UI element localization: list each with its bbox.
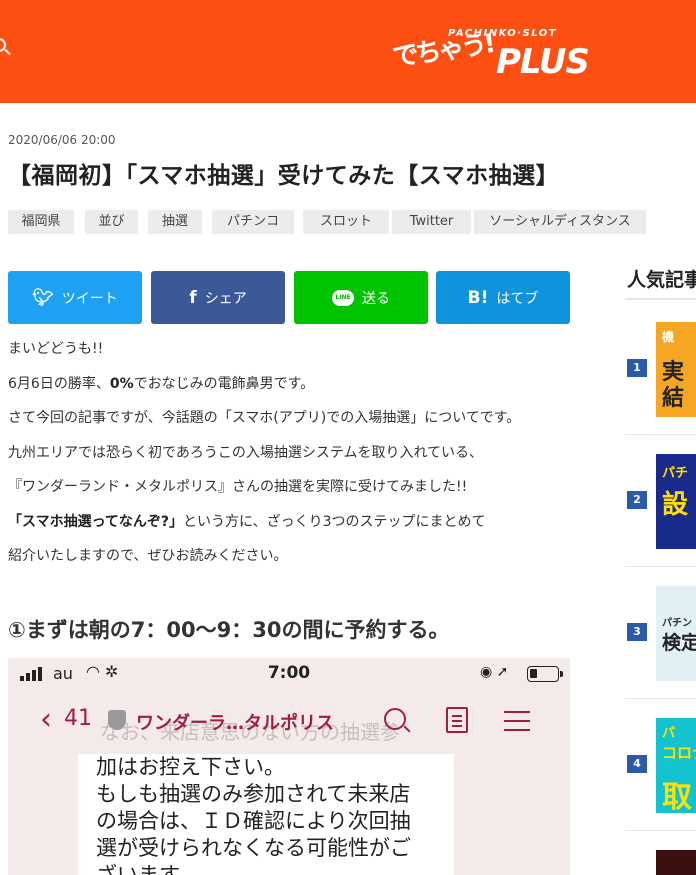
message-line: ざいます。 — [96, 863, 199, 875]
thumb-text: パチン — [662, 618, 692, 629]
tag-item[interactable]: 抽選 — [148, 210, 202, 234]
tag-item[interactable]: 福岡県 — [8, 210, 74, 234]
rank-badge: 1 — [627, 359, 647, 377]
hatena-icon: B! — [467, 287, 489, 308]
article-date: 2020/06/06 20:00 — [8, 133, 116, 147]
twitter-icon: 🐦︎ — [32, 287, 54, 308]
location-icon: ◉ ➚ — [480, 664, 509, 680]
body-line: 紹介いたしますので、ぜひお読みください。 — [8, 548, 288, 564]
thumb-text: パチ — [662, 466, 689, 481]
message-line: 選が受けられなくなる可能性がご — [96, 836, 411, 860]
thumb-text: 検定 — [662, 632, 696, 654]
sidebar-separator — [625, 566, 696, 567]
popular-article-thumbnail[interactable]: 機 実 結 — [656, 322, 696, 417]
thumb-text: 取 — [662, 780, 692, 813]
facebook-share-label: シェア — [204, 290, 247, 307]
message-line: の場合は、ＩＤ確認により次回抽 — [96, 809, 411, 833]
message-line: もしも抽選のみ参加されて未来店 — [96, 782, 411, 806]
phone-screenshot: au ◠ ✲ 7:00 ◉ ➚ なお、来店意思のない方の抽選参 ‹ 41 ワンダ… — [8, 658, 570, 875]
popular-article-thumbnail[interactable] — [656, 850, 696, 875]
thumb-text: パ — [662, 726, 676, 741]
hatena-bookmark-button[interactable]: B! はてブ — [436, 271, 570, 324]
search-icon — [384, 708, 406, 730]
line-icon: LINE — [332, 289, 354, 306]
body-line: さて今回の記事ですが、今話題の「スマホ(アプリ)での入場抽選」についてです。 — [8, 410, 521, 426]
hatena-share-label: はてブ — [496, 290, 539, 307]
rank-badge: 3 — [627, 623, 647, 641]
phone-status-bar: au ◠ ✲ 7:00 ◉ ➚ — [8, 658, 570, 688]
line-share-button[interactable]: LINE 送る — [294, 271, 428, 324]
app-nav-bar: ‹ 41 ワンダーラ…タルポリス — [8, 703, 570, 743]
document-icon — [446, 707, 468, 733]
message-line: 加はお控え下さい。 — [96, 755, 285, 779]
battery-icon — [527, 666, 563, 682]
tag-item[interactable]: スロット — [303, 210, 389, 234]
thumb-text: 結 — [662, 386, 685, 411]
body-line: まいどどうも!! — [8, 341, 104, 357]
rank-badge: 4 — [627, 755, 647, 773]
body-line: 6月6日の勝率、0%でおなじみの電飾鼻男です。 — [8, 376, 315, 392]
tag-item[interactable]: Twitter — [392, 210, 471, 234]
back-count: 41 — [64, 706, 92, 731]
tag-item[interactable]: パチンコ — [212, 210, 294, 234]
sidebar-divider — [625, 298, 696, 300]
popular-articles-title: 人気記事 — [627, 269, 696, 291]
win-rate: 0% — [109, 376, 134, 392]
message-bubble: 加はお控え下さい。 もしも抽選のみ参加されて未来店 の場合は、ＩＤ確認により次回… — [78, 754, 454, 875]
facebook-icon: f — [189, 287, 197, 308]
sidebar-separator — [625, 434, 696, 435]
thumb-text: 設 — [662, 490, 689, 520]
popular-article-thumbnail[interactable]: パ コロナ 取 — [656, 718, 696, 813]
body-line: 『ワンダーランド・メタルポリス』さんの抽選を実際に受けてみました!! — [8, 479, 468, 495]
tag-item[interactable]: ソーシャルディスタンス — [474, 210, 646, 234]
site-header: PACHINKO·SLOT でちゃう! PLUS — [0, 0, 696, 103]
popular-article-thumbnail[interactable]: パチン 検定 — [656, 586, 696, 681]
facebook-share-button[interactable]: f シェア — [151, 271, 285, 324]
body-emphasis: 「スマホ抽選ってなんぞ?」 — [8, 514, 184, 530]
twitter-share-button[interactable]: 🐦︎ ツイート — [8, 271, 142, 324]
menu-icon — [504, 711, 530, 731]
body-line: 九州エリアでは恐らく初であろうこの入場抽選システムを取り入れている、 — [8, 445, 484, 461]
logo-plus: PLUS — [496, 42, 590, 82]
sidebar-separator — [625, 830, 696, 831]
step-heading: ①まずは朝の7：00～9：30の間に予約する。 — [8, 618, 450, 642]
body-line: 「スマホ抽選ってなんぞ?」という方に、ざっくり3つのステップにまとめて — [8, 514, 486, 530]
article-title: 【福岡初】「スマホ抽選」受けてみた【スマホ抽選】 — [8, 163, 560, 189]
site-logo[interactable]: PACHINKO·SLOT でちゃう! PLUS — [390, 24, 622, 84]
thumb-text: 機 — [662, 330, 675, 344]
thumb-text: コロナ — [662, 744, 696, 762]
search-icon[interactable] — [0, 38, 6, 52]
sidebar-separator — [625, 698, 696, 699]
app-nav-title: ワンダーラ…タルポリス — [136, 713, 334, 734]
twitter-share-label: ツイート — [61, 290, 118, 307]
logo-japanese: でちゃう! — [390, 29, 495, 73]
rank-badge: 2 — [627, 491, 647, 509]
shield-icon — [108, 710, 126, 730]
popular-article-thumbnail[interactable]: パチ 設 — [656, 454, 696, 549]
line-share-label: 送る — [362, 290, 390, 307]
back-chevron-icon: ‹ — [40, 702, 52, 737]
tag-item[interactable]: 並び — [85, 210, 138, 234]
